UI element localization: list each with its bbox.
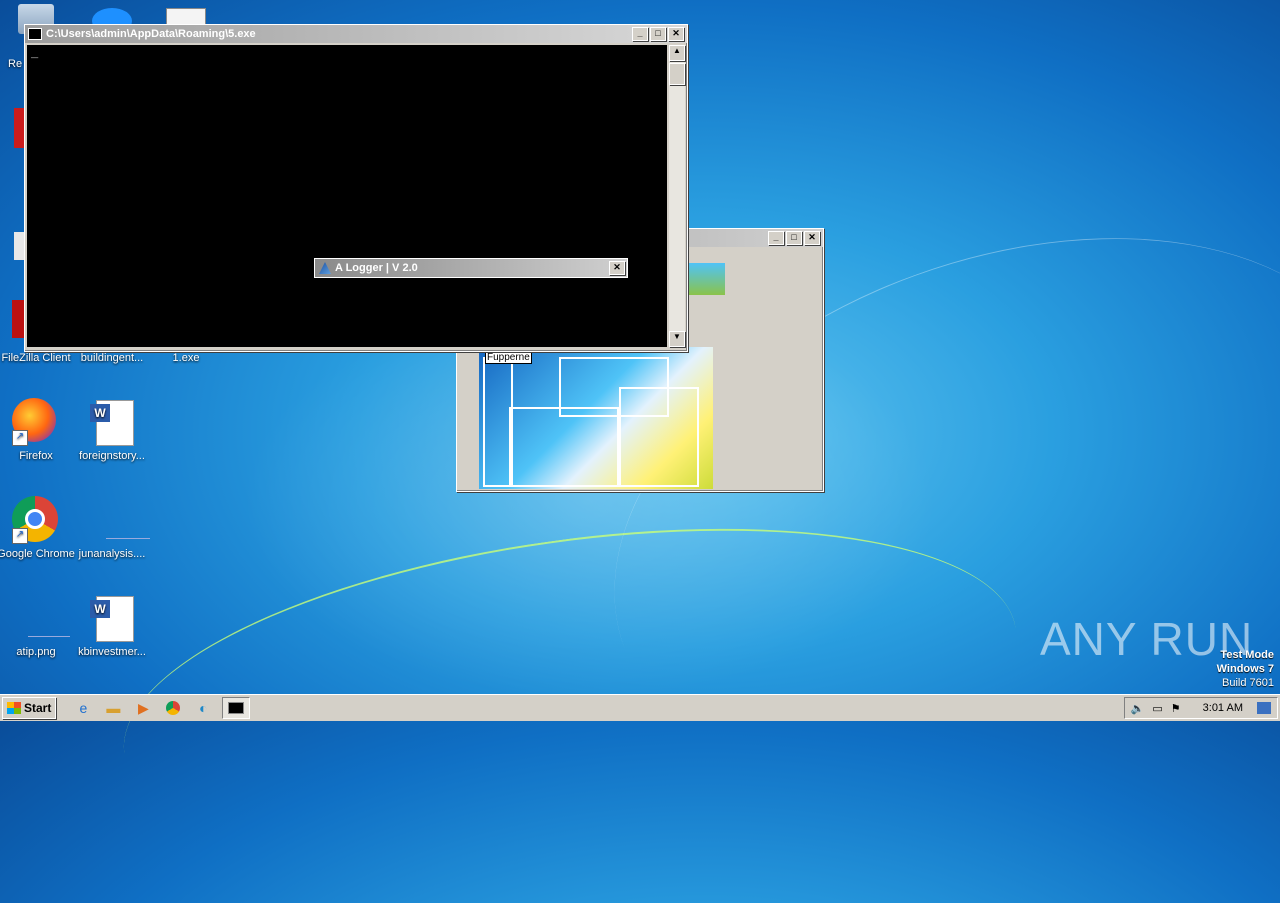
show-desktop-icon[interactable] bbox=[1257, 702, 1271, 714]
logger-title: A Logger | V 2.0 bbox=[335, 262, 418, 274]
scroll-down-button[interactable]: ▼ bbox=[669, 331, 685, 347]
console-taskbar-button[interactable] bbox=[222, 697, 251, 719]
console-output[interactable]: _ bbox=[27, 45, 667, 347]
word-document-icon: W bbox=[88, 398, 136, 446]
build-label: Build 7601 bbox=[1222, 677, 1274, 689]
window-controls: _ □ ✕ bbox=[630, 27, 684, 41]
google-chrome-shortcut[interactable]: ↗ Google Chrome bbox=[0, 496, 76, 560]
minimize-button[interactable]: _ bbox=[632, 27, 648, 41]
icon-label: junanalysis.... bbox=[78, 548, 146, 560]
console-window[interactable]: C:\Users\admin\AppData\Roaming\5.exe _ □… bbox=[24, 24, 688, 352]
console-icon bbox=[28, 28, 42, 40]
exe-file[interactable]: 1.exe bbox=[146, 352, 226, 364]
volume-icon[interactable]: 🔈 bbox=[1131, 702, 1145, 715]
icon-label: foreignstory... bbox=[79, 450, 145, 462]
clock[interactable]: 3:01 AM bbox=[1203, 702, 1243, 714]
word-document-icon: W bbox=[88, 594, 136, 642]
shortcut-arrow-icon: ↗ bbox=[12, 528, 28, 544]
junanalysis-file[interactable]: junanalysis.... bbox=[72, 496, 152, 560]
buildingent-file[interactable]: buildingent... bbox=[72, 352, 152, 364]
screen-capture-preview bbox=[479, 347, 713, 489]
icon-label: buildingent... bbox=[80, 352, 144, 364]
console-title: C:\Users\admin\AppData\Roaming\5.exe bbox=[46, 28, 256, 40]
start-label: Start bbox=[24, 701, 52, 715]
atip-png-file[interactable]: atip.png bbox=[0, 594, 76, 658]
icon-label: FileZilla Client bbox=[1, 352, 71, 364]
icon-label: Firefox bbox=[19, 450, 53, 462]
taskbar: Start e ▬ ▶ ◐ 🔈 ▭ ⚑ 3:01 AM bbox=[0, 694, 1280, 721]
image-file-icon bbox=[12, 594, 70, 642]
logger-app-icon bbox=[319, 262, 331, 274]
logger-close-button[interactable]: ✕ bbox=[609, 261, 625, 275]
kbinvestment-document[interactable]: W kbinvestmer... bbox=[72, 594, 152, 658]
scroll-thumb[interactable] bbox=[669, 63, 685, 85]
window-controls: _ □ ✕ bbox=[766, 231, 820, 245]
start-button[interactable]: Start bbox=[2, 697, 57, 719]
scroll-up-button[interactable]: ▲ bbox=[669, 45, 685, 61]
console-titlebar[interactable]: C:\Users\admin\AppData\Roaming\5.exe _ □… bbox=[25, 25, 687, 43]
close-button[interactable]: ✕ bbox=[804, 231, 820, 245]
media-player-icon[interactable]: ▶ bbox=[132, 698, 154, 718]
blank-file-icon bbox=[88, 496, 150, 544]
test-mode-label: Test Mode bbox=[1220, 649, 1274, 661]
icon-label: 1.exe bbox=[172, 352, 200, 364]
network-icon[interactable]: ▭ bbox=[1152, 702, 1162, 715]
file-explorer-icon[interactable]: ▬ bbox=[102, 698, 124, 718]
test-mode-watermark: Test Mode Windows 7 Build 7601 bbox=[1217, 648, 1274, 690]
icon-label: Google Chrome bbox=[0, 548, 75, 560]
chrome-icon: ↗ bbox=[12, 496, 60, 544]
os-label: Windows 7 bbox=[1216, 663, 1274, 675]
maximize-button[interactable]: □ bbox=[650, 27, 666, 41]
partial-icon-label: Re bbox=[8, 58, 23, 70]
maximize-button[interactable]: □ bbox=[786, 231, 802, 245]
foreignstory-document[interactable]: W foreignstory... bbox=[72, 398, 152, 462]
preview-thumbnail bbox=[687, 263, 725, 295]
chrome-taskbar-icon[interactable] bbox=[162, 698, 184, 718]
edge-icon[interactable]: ◐ bbox=[192, 698, 214, 718]
console-scrollbar[interactable]: ▲ ▼ bbox=[669, 45, 685, 347]
windows-logo-icon bbox=[7, 702, 21, 714]
minimize-button[interactable]: _ bbox=[768, 231, 784, 245]
console-cursor: _ bbox=[31, 47, 39, 61]
preview-label: Fupperne bbox=[485, 351, 532, 364]
icon-label: atip.png bbox=[16, 646, 56, 658]
firefox-shortcut[interactable]: ↗ Firefox bbox=[0, 398, 76, 462]
flag-icon[interactable]: ⚑ bbox=[1171, 702, 1181, 715]
icon-label: kbinvestmer... bbox=[78, 646, 146, 658]
filezilla-client-shortcut[interactable]: FileZilla Client bbox=[0, 352, 76, 364]
shortcut-arrow-icon: ↗ bbox=[12, 430, 28, 446]
close-button[interactable]: ✕ bbox=[668, 27, 684, 41]
internet-explorer-icon[interactable]: e bbox=[72, 698, 94, 718]
system-tray: 🔈 ▭ ⚑ 3:01 AM bbox=[1123, 697, 1278, 719]
logger-dialog-titlebar[interactable]: A Logger | V 2.0 ✕ bbox=[314, 258, 628, 278]
firefox-icon: ↗ bbox=[12, 398, 60, 446]
